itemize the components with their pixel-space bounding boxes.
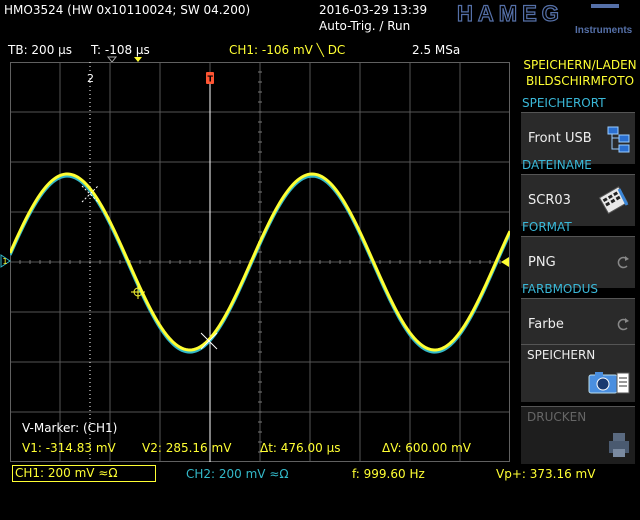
speichern-button[interactable]: SPEICHERN bbox=[521, 344, 635, 402]
speichern-label: SPEICHERN bbox=[527, 348, 596, 362]
time-marker-2-label: 2 bbox=[87, 72, 94, 85]
rotary-knob-icon bbox=[617, 318, 629, 331]
speicherort-value: Front USB bbox=[528, 131, 592, 146]
format-button[interactable]: PNG bbox=[521, 236, 635, 288]
waveform-screen[interactable]: 2 T V-Marker: (CH1) V1: -314.83 mV V2: 2… bbox=[10, 62, 510, 462]
farbmodus-label: FARBMODUS bbox=[522, 282, 599, 296]
rotary-knob-icon bbox=[617, 256, 629, 269]
ch1-setting[interactable]: CH1: 200 mV ≈Ω bbox=[12, 465, 156, 482]
logo-text: HAMEG bbox=[457, 2, 564, 26]
v-marker-title: V-Marker: (CH1) bbox=[22, 421, 117, 435]
format-label: FORMAT bbox=[522, 220, 572, 234]
farbmodus-button[interactable]: Farbe bbox=[521, 298, 635, 350]
drucken-label: DRUCKEN bbox=[527, 410, 587, 424]
dateiname-value: SCR03 bbox=[528, 193, 571, 208]
speicherort-label: SPEICHERORT bbox=[522, 96, 606, 110]
camera-icon bbox=[588, 372, 630, 394]
menu-title-line1: SPEICHERN/LADEN bbox=[523, 58, 637, 72]
menu-title-line2: BILDSCHIRMFOTO bbox=[525, 74, 635, 88]
v1-readout: V1: -314.83 mV bbox=[22, 441, 117, 455]
edit-filename-icon bbox=[598, 186, 629, 215]
speicherort-button[interactable]: Front USB bbox=[521, 112, 635, 164]
folder-tree-icon bbox=[607, 126, 630, 153]
soft-menu: SPEICHERN/LADEN BILDSCHIRMFOTO SPEICHERO… bbox=[516, 54, 640, 520]
delta-t-readout: Δt: 476.00 µs bbox=[260, 441, 340, 455]
trigger-level-marker[interactable] bbox=[500, 256, 510, 268]
sample-rate-readout: 2.5 MSa bbox=[412, 43, 461, 57]
ch1-trigger-readout[interactable]: CH1: -106 mV ╲ DC bbox=[229, 43, 345, 57]
ch1-ground-marker[interactable]: 1 bbox=[0, 254, 12, 268]
top-bar: HMO3524 (HW 0x10110024; SW 04.200) 2016-… bbox=[0, 0, 640, 40]
v2-readout: V2: 285.16 mV bbox=[142, 441, 232, 455]
hameg-logo: HAMEG Instruments bbox=[455, 0, 637, 40]
datetime: 2016-03-29 13:39 bbox=[319, 3, 428, 17]
trigger-marker-icon[interactable]: T bbox=[206, 72, 214, 84]
bottom-bar: CH1: 200 mV ≈Ω CH2: 200 mV ≈Ω f: 999.60 … bbox=[0, 462, 640, 520]
format-value: PNG bbox=[528, 255, 556, 270]
drucken-button[interactable]: DRUCKEN bbox=[521, 406, 635, 464]
ch1-ground-label: 1 bbox=[3, 257, 8, 266]
farbmodus-value: Farbe bbox=[528, 317, 564, 332]
device-info: HMO3524 (HW 0x10110024; SW 04.200) bbox=[4, 3, 251, 17]
dateiname-button[interactable]: SCR03 bbox=[521, 174, 635, 226]
status-row: TB: 200 µs T: -108 µs CH1: -106 mV ╲ DC … bbox=[0, 40, 516, 62]
trigger-time-readout[interactable]: T: -108 µs bbox=[91, 43, 150, 57]
frequency-readout: f: 999.60 Hz bbox=[352, 467, 425, 481]
printer-icon bbox=[609, 433, 629, 457]
logo-subtext: Instruments bbox=[575, 25, 633, 36]
ch2-setting[interactable]: CH2: 200 mV ≈Ω bbox=[186, 467, 289, 481]
dateiname-label: DATEINAME bbox=[522, 158, 592, 172]
trigger-mode: Auto-Trig. / Run bbox=[319, 19, 411, 33]
timebase-readout[interactable]: TB: 200 µs bbox=[8, 43, 72, 57]
trigger-marker-label: T bbox=[208, 75, 214, 84]
vp-plus-readout: Vp+: 373.16 mV bbox=[496, 467, 596, 481]
delta-v-readout: ΔV: 600.00 mV bbox=[382, 441, 472, 455]
